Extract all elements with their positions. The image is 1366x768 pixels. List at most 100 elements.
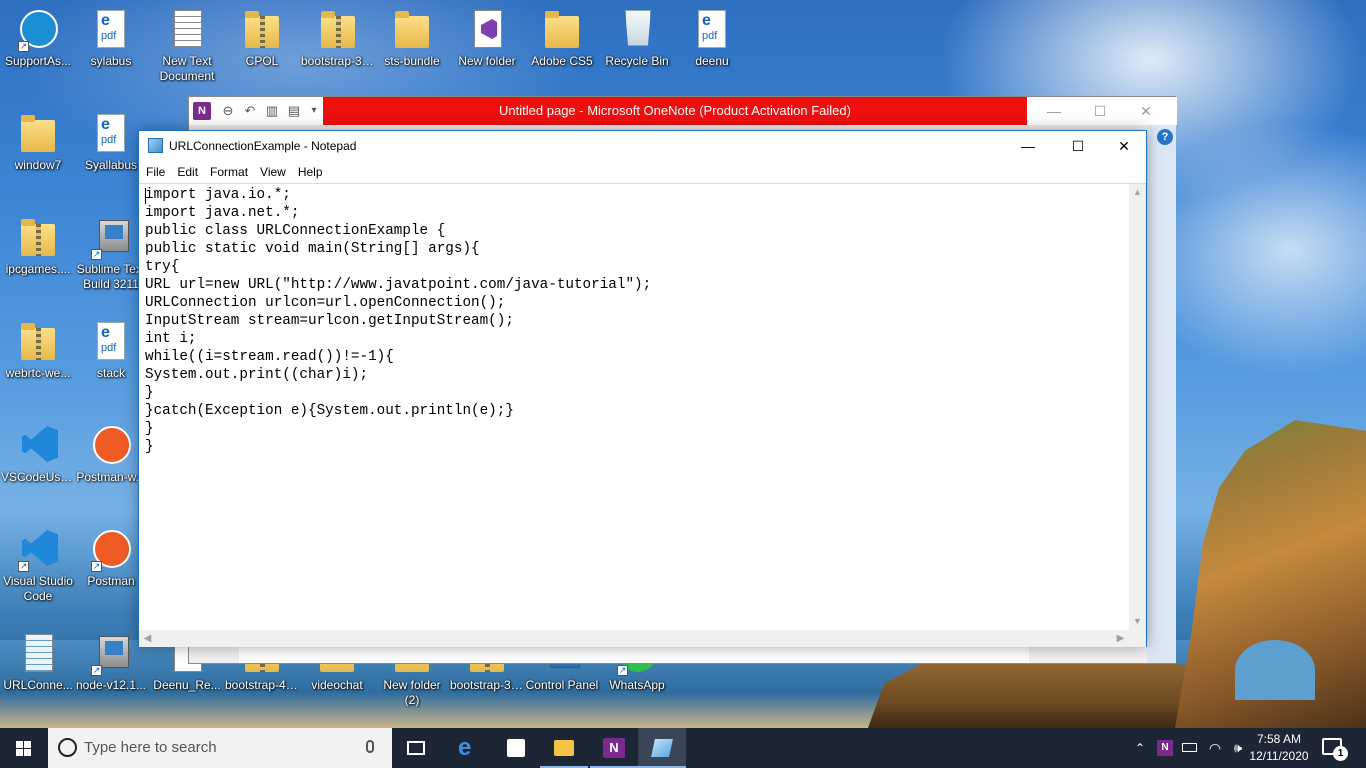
desktop-icon-sylabus[interactable]: e pdf sylabus [73,8,149,69]
menu-help[interactable]: Help [292,161,329,183]
visual-studio-project-icon [474,10,502,48]
help-icon[interactable]: ? [1157,129,1173,145]
windows-logo-icon [16,741,23,748]
pdf-file-icon: e pdf [97,322,125,360]
menu-file[interactable]: File [139,161,171,183]
tray-onenote[interactable]: N [1156,728,1174,768]
taskbar-notepad[interactable] [638,728,686,768]
taskbar-store[interactable] [492,728,540,768]
notepad-title-bar[interactable]: URLConnectionExample - Notepad — ☐ ✕ [139,131,1146,161]
desktop-icon-visual-studio-code[interactable]: ↗ Visual Studio Code [0,528,76,604]
wallpaper-arch [1235,640,1315,700]
onenote-quick-access-toolbar: N ⊖ ↶ ▥ ▤ ▾ [189,97,323,125]
shortcut-arrow-icon: ↗ [91,249,102,260]
volume-icon: 🕪 [1233,740,1243,755]
notification-badge: 1 [1333,746,1348,761]
onenote-tray-icon: N [1157,740,1173,756]
menu-view[interactable]: View [254,161,292,183]
pdf-file-icon: e pdf [698,10,726,48]
desktop-icon-vscodeuser[interactable]: VSCodeUse... [0,424,76,485]
onenote-minimize-button[interactable]: — [1031,97,1077,125]
chevron-up-icon: ⌃ [1134,741,1146,755]
store-icon [507,739,525,757]
folder-icon [545,11,579,48]
zip-folder-icon [21,323,55,360]
onenote-title-bar: Untitled page - Microsoft OneNote (Produ… [323,97,1027,125]
task-view-icon [407,741,425,755]
menu-edit[interactable]: Edit [171,161,204,183]
taskbar-onenote[interactable]: N [590,728,638,768]
minimize-button[interactable]: — [1005,131,1051,161]
tray-network[interactable]: ◠ [1205,728,1225,768]
onenote-maximize-button[interactable]: ☐ [1077,97,1123,125]
recycle-bin-icon [625,10,651,46]
onenote-window-controls: — ☐ ✕ [1027,97,1177,125]
dock-icon[interactable]: ▥ [263,102,281,120]
text-caret [145,188,146,204]
tray-volume[interactable]: 🕪 [1228,728,1248,768]
shortcut-arrow-icon: ↗ [91,665,102,676]
desktop-icon-new-text-document[interactable]: New Text Document [149,8,225,84]
desktop-icon-supportassist[interactable]: ↗ SupportAs... [0,8,76,69]
zip-folder-icon [21,219,55,256]
taskbar-clock[interactable]: 7:58 AM 12/11/2020 [1248,731,1310,765]
desktop-icon-recycle-bin[interactable]: Recycle Bin [599,8,675,69]
onenote-close-button[interactable]: ✕ [1123,97,1169,125]
notepad-file-icon [25,634,53,672]
taskbar-file-explorer[interactable] [540,728,588,768]
customize-toolbar-icon[interactable]: ▾ [305,102,323,120]
undo-icon[interactable]: ↶ [241,102,259,120]
zip-folder-icon [321,11,355,48]
notepad-window[interactable]: URLConnectionExample - Notepad — ☐ ✕ Fil… [138,130,1147,647]
desktop-icon-new-folder[interactable]: New folder [449,8,525,69]
code-text[interactable]: import java.io.*; import java.net.*; pub… [145,186,651,456]
window-title: URLConnectionExample - Notepad [169,139,357,153]
edge-icon: e [458,734,472,761]
battery-icon [1182,743,1197,752]
text-file-icon [174,10,202,48]
pdf-file-icon: e pdf [97,10,125,48]
horizontal-scrollbar[interactable]: ◀ ▶ [139,630,1129,647]
postman-icon [93,426,131,464]
taskbar-edge[interactable]: e [444,728,492,768]
file-explorer-icon [554,740,574,756]
cortana-icon [58,738,77,757]
full-page-view-icon[interactable]: ▤ [285,102,303,120]
zip-folder-icon [245,11,279,48]
shortcut-arrow-icon: ↗ [18,41,29,52]
pdf-file-icon: e pdf [97,114,125,152]
menu-format[interactable]: Format [204,161,254,183]
onenote-side-panel [1147,125,1176,663]
shortcut-arrow-icon: ↗ [617,665,628,676]
folder-icon [21,115,55,152]
show-hidden-icons-button[interactable]: ⌃ [1131,728,1149,768]
close-button[interactable]: ✕ [1101,131,1147,161]
desktop-icon-urlconnection[interactable]: URLConne... [0,632,76,693]
desktop-icon-cpol[interactable]: CPOL [224,8,300,69]
desktop-icon-deenu[interactable]: e pdf deenu [674,8,750,69]
scroll-up-icon[interactable]: ▲ [1129,184,1146,201]
scroll-down-icon[interactable]: ▼ [1129,613,1146,630]
desktop-icon-ipcgames[interactable]: ipcgames.... [0,216,76,277]
scroll-left-icon[interactable]: ◀ [139,630,156,647]
wifi-icon: ◠ [1208,740,1222,756]
text-editor-area[interactable]: import java.io.*; import java.net.*; pub… [139,183,1146,647]
desktop-icon-adobe-cs5[interactable]: Adobe CS5 [524,8,600,69]
maximize-button[interactable]: ☐ [1055,131,1101,161]
taskbar-search-box[interactable]: Type here to search [48,728,392,768]
desktop-icon-sts-bundle[interactable]: sts-bundle [374,8,450,69]
vertical-scrollbar[interactable]: ▲ ▼ [1129,184,1146,630]
folder-icon [395,11,429,48]
back-icon[interactable]: ⊖ [219,102,237,120]
tray-battery[interactable] [1180,728,1200,768]
onenote-icon: N [603,738,625,758]
scroll-right-icon[interactable]: ▶ [1112,630,1129,647]
desktop-icon-webrtc[interactable]: webrtc-we... [0,320,76,381]
task-view-button[interactable] [392,728,440,768]
start-button[interactable] [0,728,48,768]
notepad-icon [148,138,163,153]
desktop-icon-bootstrap-3[interactable]: bootstrap-3.... [300,8,376,69]
desktop-icon-window7[interactable]: window7 [0,112,76,173]
menu-bar: File Edit Format View Help [139,161,1146,183]
microphone-icon[interactable] [366,740,374,753]
